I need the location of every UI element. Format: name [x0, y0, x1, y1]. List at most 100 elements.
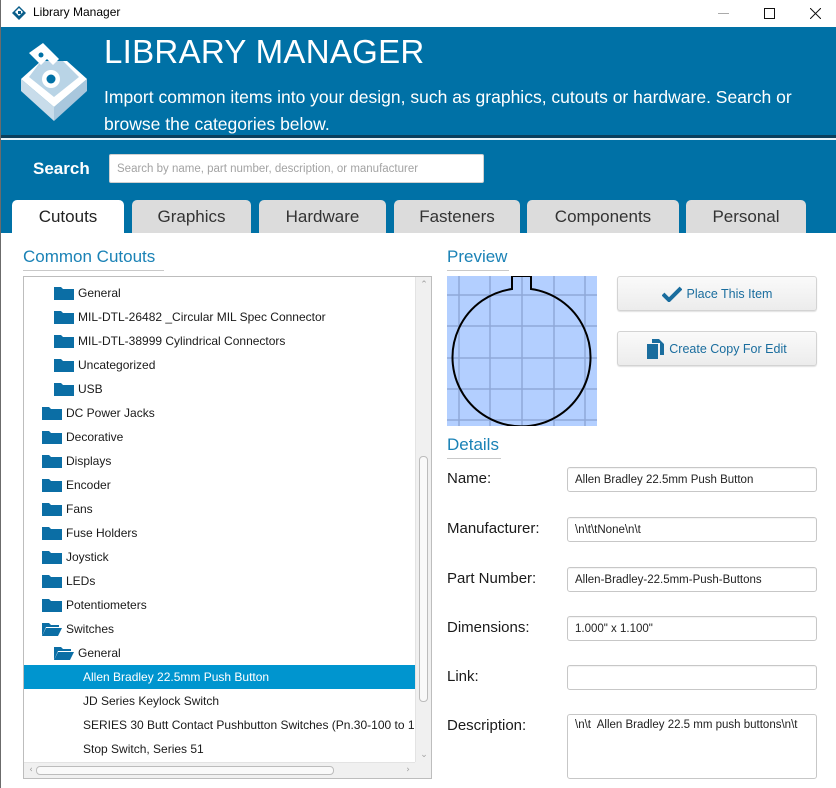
close-button[interactable]: [792, 0, 836, 26]
tree-folder[interactable]: MIL-DTL-26482 _Circular MIL Spec Connect…: [24, 305, 417, 329]
description-label: Description:: [447, 717, 527, 734]
tree-item[interactable]: SERIES 30 Butt Contact Pushbutton Switch…: [24, 713, 431, 737]
maximize-icon: [763, 7, 775, 19]
folder-icon: [42, 455, 62, 468]
tree-folder[interactable]: Fans: [24, 497, 417, 521]
folder-icon: [42, 527, 62, 540]
preview-canvas: [447, 276, 597, 426]
tree-item-label: DC Power Jacks: [66, 406, 155, 420]
tree-folder[interactable]: Joystick: [24, 545, 417, 569]
folder-icon: [42, 503, 62, 516]
description-field[interactable]: \n\t Allen Bradley 22.5 mm push buttons\…: [567, 714, 817, 779]
page-subtitle: Import common items into your design, su…: [104, 87, 792, 134]
folder-icon: [42, 551, 62, 564]
folder-icon: [42, 431, 62, 444]
folder-icon: [42, 407, 62, 420]
pd-logo-icon: [21, 43, 87, 121]
tree-folder[interactable]: Uncategorized: [24, 353, 417, 377]
dimensions-label: Dimensions:: [447, 619, 530, 636]
tree-item-label: Displays: [66, 454, 112, 468]
vertical-scrollbar[interactable]: ⌃ ⌄: [415, 277, 431, 763]
tree-folder[interactable]: Encoder: [24, 473, 417, 497]
tree-folder[interactable]: Decorative: [24, 425, 417, 449]
tab-components[interactable]: Components: [527, 200, 679, 233]
tree-item[interactable]: Stop Switch, Series 51: [24, 737, 417, 761]
tree-item-label: Stop Switch, Series 51: [83, 742, 204, 756]
tree-folder[interactable]: MIL-DTL-38999 Cylindrical Connectors: [24, 329, 417, 353]
folder-icon: [42, 599, 62, 612]
link-field[interactable]: [567, 665, 817, 690]
tree-item-label: Fuse Holders: [66, 526, 138, 540]
tree-item-label: Encoder: [66, 478, 111, 492]
folder-icon: [54, 287, 74, 300]
create-copy-label: Create Copy For Edit: [669, 341, 787, 356]
close-icon: [809, 7, 821, 19]
scroll-corner: [415, 762, 431, 778]
name-field[interactable]: [567, 467, 817, 492]
folder-icon: [42, 575, 62, 588]
tree-section-title: Common Cutouts: [23, 247, 164, 271]
tree-item-label: Uncategorized: [78, 358, 156, 372]
tree-item-label: Allen Bradley 22.5mm Push Button: [83, 670, 270, 684]
category-tree[interactable]: General MIL-DTL-26482 _Circular MIL Spec …: [23, 276, 432, 779]
search-input[interactable]: [109, 154, 484, 183]
app-logo-icon: [12, 6, 26, 20]
tree-item-label: Fans: [66, 502, 93, 516]
library-manager-window: Library Manager LIBRARY MANAGER Import c…: [0, 0, 836, 788]
tree-folder[interactable]: Potentiometers: [24, 593, 417, 617]
tree-item-label: USB: [78, 382, 103, 396]
tree-folder[interactable]: Fuse Holders: [24, 521, 417, 545]
tree-item-label: Joystick: [66, 550, 109, 564]
link-label: Link:: [447, 668, 479, 685]
tree-item-label: MIL-DTL-26482 _Circular MIL Spec Connect…: [78, 310, 326, 324]
scroll-down-icon[interactable]: ⌄: [419, 750, 429, 760]
minimize-button[interactable]: [700, 0, 746, 26]
tree-item-label: Potentiometers: [66, 598, 147, 612]
tree-folder[interactable]: LEDs: [24, 569, 417, 593]
folder-open-icon: [54, 647, 74, 660]
folder-icon: [54, 311, 74, 324]
folder-open-icon: [42, 623, 62, 636]
tree-item[interactable]: JD Series Keylock Switch: [24, 689, 417, 713]
tab-label: Graphics: [157, 206, 226, 226]
tab-hardware[interactable]: Hardware: [259, 200, 386, 233]
name-label: Name:: [447, 470, 492, 487]
tree-item-label: Switches: [66, 622, 115, 636]
maximize-button[interactable]: [746, 0, 792, 26]
vertical-scroll-thumb[interactable]: [419, 456, 428, 702]
search-label: Search: [33, 159, 90, 178]
place-item-button[interactable]: Place This Item: [617, 276, 817, 311]
tree-folder[interactable]: General: [24, 281, 417, 305]
scroll-up-icon[interactable]: ⌃: [419, 280, 429, 290]
tree-item-label: General: [78, 646, 121, 660]
horizontal-scroll-thumb[interactable]: [36, 766, 334, 775]
window-title: Library Manager: [33, 5, 121, 19]
tree-item-selected[interactable]: Allen Bradley 22.5mm Push Button: [24, 665, 417, 689]
tree-item-label: MIL-DTL-38999 Cylindrical Connectors: [78, 334, 286, 348]
folder-icon: [54, 359, 74, 372]
tab-label: Hardware: [285, 206, 360, 226]
scroll-right-icon[interactable]: ›: [403, 765, 413, 775]
tree-folder[interactable]: General: [24, 641, 417, 665]
dimensions-field[interactable]: [567, 616, 817, 641]
manufacturer-field[interactable]: [567, 517, 817, 542]
tab-fasteners[interactable]: Fasteners: [394, 200, 520, 233]
folder-icon: [54, 383, 74, 396]
tree-folder[interactable]: USB: [24, 377, 417, 401]
horizontal-scrollbar[interactable]: ‹ ›: [24, 762, 417, 778]
manufacturer-label: Manufacturer:: [447, 520, 540, 537]
tree-item-label: LEDs: [66, 574, 96, 588]
tree-folder[interactable]: Displays: [24, 449, 417, 473]
tab-graphics[interactable]: Graphics: [132, 200, 251, 233]
page-title: LIBRARY MANAGER: [104, 33, 425, 70]
tree-folder[interactable]: Switches: [24, 617, 417, 641]
title-bar: Library Manager: [1, 0, 836, 26]
cutout-preview-shape: [447, 276, 597, 426]
tab-cutouts[interactable]: Cutouts: [12, 200, 124, 233]
copy-icon: [647, 338, 665, 359]
scroll-left-icon[interactable]: ‹: [26, 765, 36, 775]
part-number-field[interactable]: [567, 567, 817, 592]
tab-personal[interactable]: Personal: [686, 200, 806, 233]
create-copy-button[interactable]: Create Copy For Edit: [617, 331, 817, 366]
tree-folder[interactable]: DC Power Jacks: [24, 401, 417, 425]
